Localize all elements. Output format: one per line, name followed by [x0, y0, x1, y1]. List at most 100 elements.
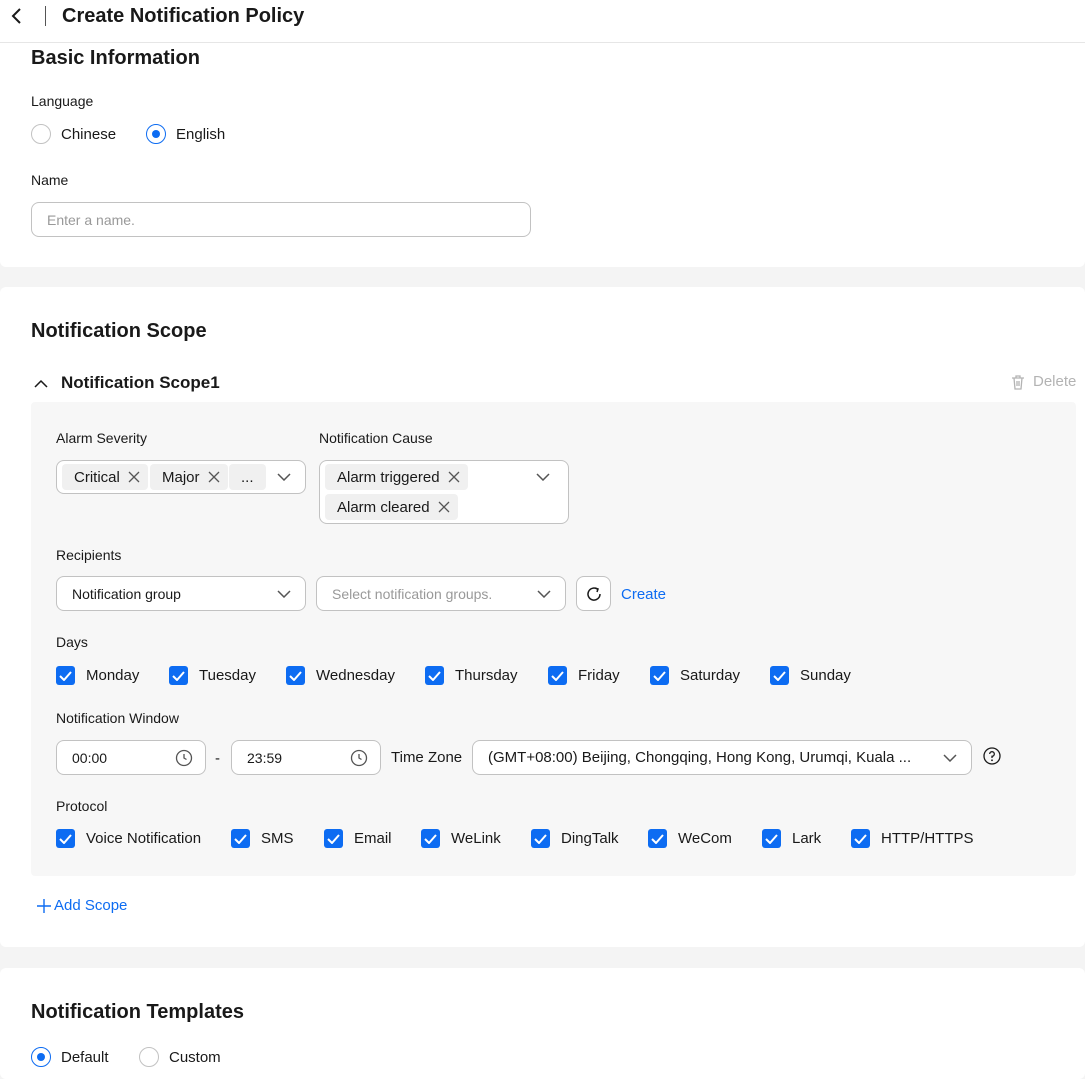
check-icon: [327, 833, 340, 844]
checkbox-checked: [650, 666, 669, 685]
day-checkbox-thursday[interactable]: Thursday: [425, 666, 518, 685]
checkbox-checked: [531, 829, 550, 848]
protocol-checkbox-wecom[interactable]: WeCom: [648, 829, 732, 848]
protocol-checkbox-voice-notification[interactable]: Voice Notification: [56, 829, 201, 848]
notification-scope-title: Notification Scope: [31, 320, 207, 342]
day-checkbox-tuesday[interactable]: Tuesday: [169, 666, 256, 685]
checkbox-checked: [169, 666, 188, 685]
alarm-severity-select[interactable]: Critical Major ...: [56, 460, 306, 494]
checkbox-label: Voice Notification: [86, 830, 202, 847]
recipient-type-select[interactable]: Notification group: [56, 576, 306, 611]
radio-circle-checked: [146, 124, 166, 144]
check-icon: [59, 833, 72, 844]
start-time-picker[interactable]: 00:00: [56, 740, 206, 775]
checkbox-checked: [851, 829, 870, 848]
basic-information-title: Basic Information: [31, 47, 200, 69]
end-time-picker[interactable]: 23:59: [231, 740, 381, 775]
check-icon: [428, 670, 441, 681]
plus-icon: [37, 898, 51, 913]
tag-major: Major: [150, 464, 228, 490]
radio-circle: [31, 124, 51, 144]
scope-item-title: Notification Scope1: [61, 373, 220, 392]
checkbox-label: WeCom: [678, 830, 732, 847]
chevron-down-icon: [537, 589, 551, 598]
checkbox-label: Email: [354, 830, 392, 847]
recipient-type-value: Notification group: [72, 585, 181, 602]
end-time-value: 23:59: [247, 749, 283, 766]
checkbox-checked: [770, 666, 789, 685]
check-icon: [59, 670, 72, 681]
checkbox-label: Sunday: [800, 667, 851, 684]
notification-cause-select[interactable]: Alarm triggered Alarm cleared: [319, 460, 569, 524]
protocol-label: Protocol: [56, 798, 108, 814]
language-radio-english[interactable]: English: [146, 124, 225, 144]
collapse-chevron-up-icon[interactable]: [34, 379, 48, 389]
check-icon: [653, 670, 666, 681]
start-time-value: 00:00: [72, 749, 108, 766]
trash-icon: [1012, 374, 1024, 390]
page-title: Create Notification Policy: [62, 5, 305, 27]
checkbox-label: Saturday: [680, 667, 741, 684]
radio-label: Default: [61, 1048, 109, 1066]
template-radio-custom[interactable]: Custom: [139, 1047, 221, 1067]
radio-label: Chinese: [61, 125, 117, 143]
top-bar: Create Notification Policy: [0, 0, 1085, 43]
day-checkbox-monday[interactable]: Monday: [56, 666, 139, 685]
check-icon: [172, 670, 185, 681]
check-icon: [551, 670, 564, 681]
protocol-checkbox-sms[interactable]: SMS: [231, 829, 294, 848]
radio-circle: [139, 1047, 159, 1067]
protocol-checkbox-email[interactable]: Email: [324, 829, 392, 848]
notification-groups-select[interactable]: Select notification groups.: [316, 576, 566, 611]
add-scope-button[interactable]: Add Scope: [37, 897, 127, 914]
day-checkbox-friday[interactable]: Friday: [548, 666, 620, 685]
help-icon[interactable]: [983, 747, 1001, 765]
protocol-checkbox-welink[interactable]: WeLink: [421, 829, 501, 848]
checkbox-checked: [548, 666, 567, 685]
checkbox-label: Thursday: [455, 667, 518, 684]
chevron-down-icon: [277, 473, 291, 481]
day-checkbox-saturday[interactable]: Saturday: [650, 666, 740, 685]
clock-icon: [350, 749, 368, 767]
checkbox-label: Friday: [578, 667, 620, 684]
checkbox-checked: [324, 829, 343, 848]
days-label: Days: [56, 634, 88, 650]
refresh-button[interactable]: [576, 576, 611, 611]
protocol-checkbox-http-https[interactable]: HTTP/HTTPS: [851, 829, 974, 848]
notification-window-label: Notification Window: [56, 710, 179, 726]
day-checkbox-wednesday[interactable]: Wednesday: [286, 666, 395, 685]
template-radio-default[interactable]: Default: [31, 1047, 109, 1067]
recipients-label: Recipients: [56, 547, 122, 563]
language-radio-chinese[interactable]: Chinese: [31, 124, 116, 144]
tag-more-label: ...: [241, 468, 254, 486]
scope-panel: Alarm Severity Critical Major ... Notifi…: [31, 402, 1076, 876]
create-link[interactable]: Create: [621, 586, 666, 603]
check-icon: [534, 833, 547, 844]
notification-scope-card: Notification Scope Notification Scope1 D…: [0, 287, 1085, 947]
chevron-down-icon: [277, 589, 291, 598]
notification-templates-card: Notification Templates Default Custom: [0, 968, 1085, 1079]
check-icon: [651, 833, 664, 844]
delete-button[interactable]: Delete: [1010, 373, 1076, 390]
time-zone-select[interactable]: (GMT+08:00) Beijing, Chongqing, Hong Kon…: [472, 740, 972, 775]
check-icon: [765, 833, 778, 844]
checkbox-checked: [286, 666, 305, 685]
tag-critical: Critical: [62, 464, 148, 490]
tag-close-icon[interactable]: [448, 471, 460, 483]
checkbox-checked: [231, 829, 250, 848]
checkbox-checked: [56, 666, 75, 685]
tag-close-icon[interactable]: [128, 471, 140, 483]
check-icon: [773, 670, 786, 681]
chevron-down-icon: [536, 473, 550, 481]
tag-alarm-cleared: Alarm cleared: [325, 494, 458, 520]
back-arrow-icon[interactable]: [8, 7, 26, 25]
add-scope-label: Add Scope: [54, 897, 128, 914]
alarm-severity-label: Alarm Severity: [56, 430, 148, 446]
tag-close-icon[interactable]: [438, 501, 450, 513]
day-checkbox-sunday[interactable]: Sunday: [770, 666, 851, 685]
protocol-checkbox-lark[interactable]: Lark: [762, 829, 821, 848]
checkbox-label: Tuesday: [199, 667, 256, 684]
tag-close-icon[interactable]: [208, 471, 220, 483]
protocol-checkbox-dingtalk[interactable]: DingTalk: [531, 829, 619, 848]
name-input[interactable]: Enter a name.: [31, 202, 531, 237]
